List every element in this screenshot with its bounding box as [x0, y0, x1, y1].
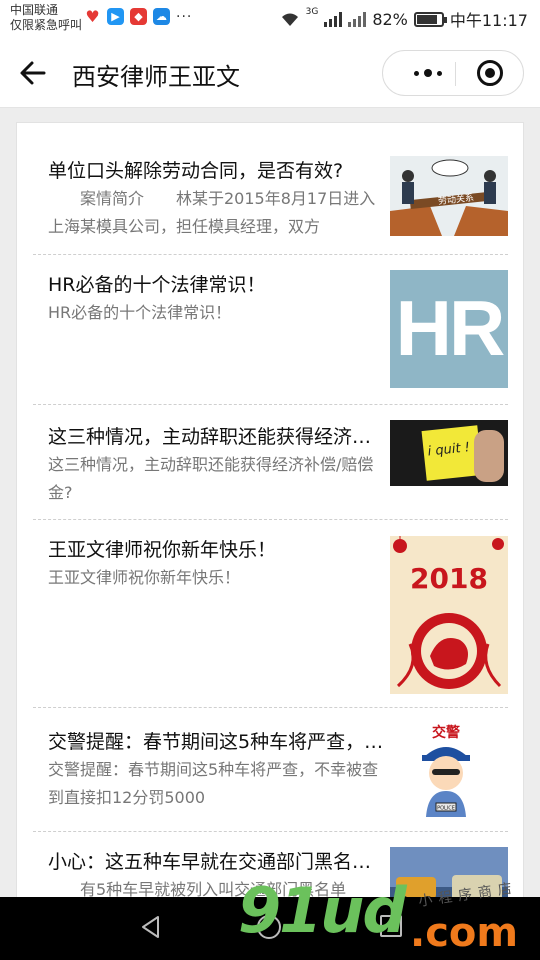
watermark-logo: 91ud	[238, 874, 407, 947]
labor-relation-cartoon: 劳动关系	[390, 156, 508, 236]
system-status: 3G 82% 中午11:17	[280, 7, 528, 31]
status-bar: 中国联通 仅限紧急呼叫 ♥ ▶ ◆ ☁ ··· 3G 82% 中午11:17	[0, 0, 540, 38]
page-title: 西安律师王亚文	[72, 63, 240, 91]
hr-logo-text: HR	[395, 284, 506, 372]
article-summary: 这三种情况，主动辞职还能获得经济补偿/赔偿金?	[48, 455, 374, 502]
clock: 中午11:17	[449, 11, 528, 30]
list-item[interactable]: 单位口头解除劳动合同，是否有效? 案情简介 林某于2015年8月17日进入上海某…	[33, 137, 508, 255]
navigation-bar: 西安律师王亚文	[0, 38, 540, 108]
article-thumbnail: 交警 POLICE	[390, 723, 508, 818]
police-caption: 交警	[432, 724, 460, 741]
article-title: 王亚文律师祝你新年快乐！	[48, 539, 277, 561]
signal-no-service-icon	[348, 11, 367, 27]
video-app-icon: ▶	[107, 8, 124, 25]
article-summary: 案情简介 林某于2015年8月17日进入上海某模具公司，担任模具经理，双方	[48, 189, 376, 236]
article-title: 单位口头解除劳动合同，是否有效?	[48, 160, 344, 182]
battery-fill	[416, 14, 437, 24]
new-year-papercut: 2018	[390, 536, 508, 694]
shopping-app-icon: ◆	[130, 8, 147, 25]
article-list: 单位口头解除劳动合同，是否有效? 案情简介 林某于2015年8月17日进入上海某…	[16, 122, 524, 922]
article-title: 这三种情况，主动辞职还能获得经济补偿/赔偿金?	[48, 426, 388, 448]
site-watermark: 91ud .com 小程序商店	[238, 880, 538, 960]
carrier-info: 中国联通 仅限紧急呼叫	[10, 3, 82, 33]
quit-note-text: i quit !	[426, 440, 471, 460]
article-title: 小心：这五种车早就在交通部门黑名单上了	[48, 851, 388, 873]
article-summary: HR必备的十个法律常识！	[48, 303, 232, 322]
close-icon[interactable]	[477, 60, 503, 86]
article-thumbnail: 2018	[390, 536, 508, 694]
network-type-label: 3G	[305, 7, 319, 17]
carrier-name: 中国联通	[10, 3, 59, 17]
article-thumbnail: 劳动关系	[390, 156, 508, 236]
traffic-police-cartoon: 交警 POLICE	[422, 724, 470, 817]
article-title: 交警提醒：春节期间这5种车将严查，不幸被查到直接扣12分罚5000	[48, 731, 388, 753]
capsule-divider	[455, 62, 456, 86]
emergency-only-text: 仅限紧急呼叫	[10, 18, 83, 32]
list-item[interactable]: HR必备的十个法律常识！ HR必备的十个法律常识！ HR	[33, 255, 508, 405]
system-back-icon[interactable]	[138, 914, 164, 940]
mini-program-capsule	[382, 50, 524, 96]
article-summary: 交警提醒：春节期间这5种车将严查，不幸被查到直接扣12分罚5000	[48, 760, 379, 807]
year-number: 2018	[410, 562, 488, 595]
signal-strength-icon	[324, 11, 343, 27]
article-summary: 王亚文律师祝你新年快乐！	[48, 568, 241, 587]
back-arrow-icon[interactable]	[18, 58, 48, 88]
more-icon[interactable]	[403, 51, 453, 95]
battery-icon	[413, 11, 447, 27]
article-thumbnail: HR	[390, 270, 508, 388]
list-item[interactable]: 交警提醒：春节期间这5种车将严查，不幸被查到直接扣12分罚5000 交警提醒：春…	[33, 708, 508, 832]
article-thumbnail: i quit !	[390, 420, 508, 486]
watermark-suffix: .com	[410, 910, 519, 956]
more-notifications-icon: ···	[176, 8, 193, 25]
police-badge-text: POLICE	[437, 806, 455, 812]
weather-app-icon: ☁	[153, 8, 170, 25]
battery-percentage: 82%	[372, 9, 408, 29]
health-app-icon: ♥	[84, 7, 101, 26]
watermark-chinese: 小程序商店	[417, 880, 519, 910]
notification-icons: ♥ ▶ ◆ ☁ ···	[84, 8, 192, 25]
list-item[interactable]: 王亚文律师祝你新年快乐！ 王亚文律师祝你新年快乐！ 2018	[33, 520, 508, 708]
hand	[474, 430, 504, 482]
article-title: HR必备的十个法律常识！	[48, 274, 266, 296]
wifi-icon	[281, 13, 298, 26]
list-item[interactable]: 这三种情况，主动辞职还能获得经济补偿/赔偿金? 这三种情况，主动辞职还能获得经济…	[33, 405, 508, 520]
